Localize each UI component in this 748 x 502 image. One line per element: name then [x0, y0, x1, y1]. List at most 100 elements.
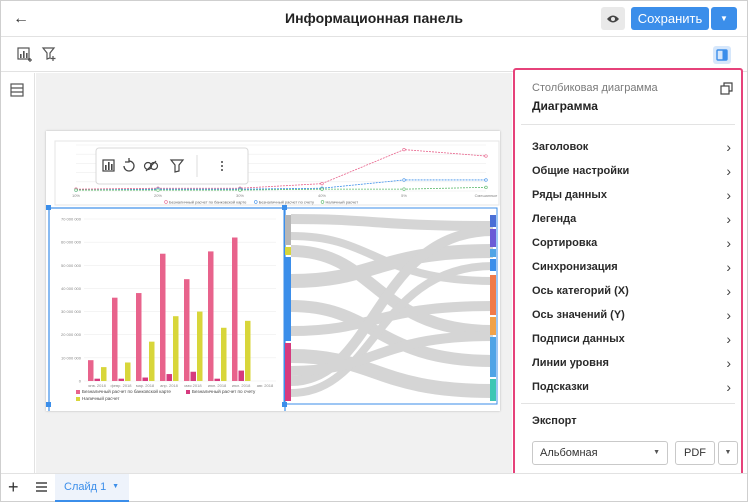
chevron-right-icon: › — [726, 379, 731, 395]
y-tick-label: 20 000 000 — [61, 332, 82, 337]
line-point — [320, 187, 324, 191]
chevron-down-icon: ▼ — [653, 449, 660, 456]
add-filter-icon[interactable] — [41, 46, 57, 62]
bar-chart[interactable]: 70 000 000 60 000 000 50 000 000 40 000 000… — [46, 205, 287, 418]
settings-item-label: Линии уровня — [532, 357, 609, 369]
bar — [94, 378, 100, 381]
settings-item[interactable]: Ось категорий (X) › — [515, 279, 741, 303]
settings-list: Заголовок › Общие настройки › Ряды данных › Ле… — [515, 135, 741, 399]
export-label: Экспорт — [532, 415, 577, 427]
sankey-chart[interactable] — [283, 207, 498, 405]
legend-label: Безналичный расчет по счету — [259, 199, 314, 204]
x-tick-label: 40% — [318, 193, 326, 198]
settings-item[interactable]: Ось значений (Y) › — [515, 303, 741, 327]
chevron-right-icon: › — [726, 355, 731, 371]
eye-icon — [607, 15, 619, 22]
line-point — [402, 148, 406, 152]
chevron-right-icon: › — [726, 283, 731, 299]
toolbar — [1, 38, 747, 72]
more-menu-icon[interactable] — [221, 161, 223, 171]
line-point — [74, 188, 78, 192]
chevron-down-icon: ▼ — [112, 483, 119, 490]
sankey-nodes-right — [490, 215, 496, 401]
bar — [101, 367, 107, 381]
bar — [184, 279, 190, 381]
layers-icon[interactable] — [10, 83, 24, 97]
bar — [160, 253, 166, 381]
settings-item[interactable]: Подписи данных › — [515, 327, 741, 351]
settings-item[interactable]: Заголовок › — [515, 135, 741, 159]
slide-tab[interactable]: Слайд 1 ▼ — [55, 474, 129, 502]
settings-item-label: Подписи данных — [532, 333, 625, 345]
panel-divider — [521, 124, 735, 125]
bar — [232, 237, 238, 381]
side-panel-icon — [716, 49, 728, 61]
slide-tab-label: Слайд 1 — [64, 481, 107, 493]
orientation-value: Альбомная — [540, 447, 598, 459]
preview-button[interactable] — [601, 7, 625, 30]
legend-label: Наличный расчет — [82, 395, 120, 401]
x-tick-label: авг. 2018 — [257, 383, 274, 388]
y-tick-label: 40 000 000 — [61, 286, 82, 291]
bar — [197, 311, 203, 381]
legend-swatch — [76, 390, 80, 394]
settings-item[interactable]: Общие настройки › — [515, 159, 741, 183]
settings-item[interactable]: Легенда › — [515, 207, 741, 231]
header-bar: ← Информационная панель Сохранить ▼ — [1, 1, 747, 37]
bottom-bar: + Слайд 1 ▼ — [1, 473, 747, 502]
save-dropdown-button[interactable]: ▼ — [711, 7, 737, 30]
settings-item-label: Ряды данных — [532, 189, 607, 201]
canvas-area: 10% 20% 30% 40% 5% Смешанные Безналичный расч… — [36, 73, 512, 473]
chevron-right-icon: › — [726, 211, 731, 227]
line-point — [484, 178, 488, 182]
bar — [142, 377, 148, 381]
sankey-nodes-left — [285, 215, 291, 401]
x-tick-label: июн. 2018 — [208, 383, 227, 388]
chevron-right-icon: › — [726, 307, 731, 323]
bar — [214, 378, 220, 381]
export-pdf-button[interactable]: PDF — [675, 441, 715, 465]
settings-item[interactable]: Линии уровня › — [515, 351, 741, 375]
x-tick-label: янв. 2018 — [88, 383, 106, 388]
settings-item[interactable]: Сортировка › — [515, 231, 741, 255]
bar — [245, 320, 251, 381]
chevron-right-icon: › — [726, 163, 731, 179]
settings-item-label: Ось значений (Y) — [532, 309, 625, 321]
settings-item[interactable]: Синхронизация › — [515, 255, 741, 279]
bar-chart-x-labels: янв. 2018 февр. 2018 мар. 2018 апр. 2018 мая… — [88, 383, 274, 388]
settings-item-label: Синхронизация — [532, 261, 618, 273]
settings-item-label: Подсказки — [532, 381, 589, 393]
legend-label: Безналичный расчет по счету — [192, 388, 256, 394]
properties-panel: Столбиковая диаграмма Диаграмма Заголово… — [513, 68, 743, 478]
x-tick-label: 30% — [236, 193, 244, 198]
panel-title: Диаграмма — [532, 99, 598, 113]
line-point — [484, 185, 488, 189]
settings-item[interactable]: Подсказки › — [515, 375, 741, 399]
properties-panel-toggle[interactable] — [713, 46, 731, 64]
x-tick-label: мая 2018 — [184, 383, 202, 388]
bar — [190, 371, 196, 381]
orientation-select[interactable]: Альбомная ▼ — [532, 441, 668, 465]
chevron-right-icon: › — [726, 235, 731, 251]
x-tick-label: 20% — [154, 193, 162, 198]
save-button[interactable]: Сохранить — [631, 7, 709, 30]
settings-item-label: Заголовок — [532, 141, 589, 153]
x-tick-label: февр. 2018 — [111, 383, 133, 388]
duplicate-icon[interactable] — [720, 82, 733, 95]
legend-label: Безналичный расчет по банковской карте — [82, 388, 171, 394]
settings-item[interactable]: Ряды данных › — [515, 183, 741, 207]
slides-list-icon[interactable] — [35, 481, 48, 493]
chevron-right-icon: › — [726, 331, 731, 347]
x-tick-label: мар. 2018 — [136, 383, 155, 388]
line-point — [484, 154, 488, 158]
settings-item-label: Сортировка — [532, 237, 598, 249]
y-tick-label: 0 — [79, 379, 82, 384]
add-slide-icon[interactable]: + — [8, 477, 19, 497]
chevron-right-icon: › — [726, 139, 731, 155]
export-format-dropdown[interactable]: ▼ — [718, 441, 738, 465]
slide: 10% 20% 30% 40% 5% Смешанные Безналичный расч… — [46, 131, 500, 418]
chevron-right-icon: › — [726, 187, 731, 203]
bar-chart-bars — [88, 237, 251, 381]
add-chart-icon[interactable] — [17, 46, 33, 62]
bar — [112, 297, 118, 381]
